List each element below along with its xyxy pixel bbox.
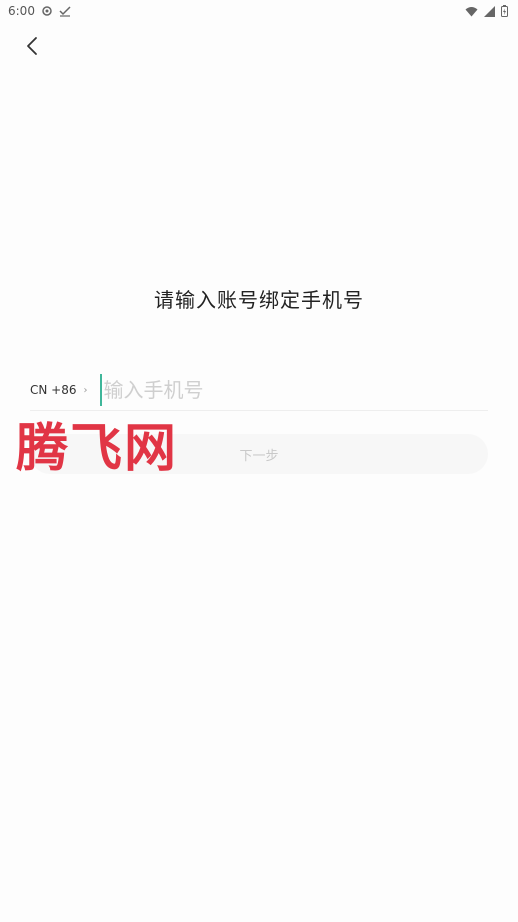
back-button[interactable] [16,32,48,64]
battery-icon [501,5,508,17]
signal-icon [484,5,495,17]
watermark-logo: 腾飞网 [16,418,179,479]
country-code-selector[interactable]: CN +86 › [30,383,88,397]
chevron-left-icon [25,36,39,60]
wifi-icon [465,6,478,17]
status-bar: 6:00 [0,0,518,22]
settings-icon [41,5,53,17]
check-icon [59,5,71,17]
page-title: 请输入账号绑定手机号 [154,288,364,312]
chevron-right-icon: › [83,384,88,396]
status-left: 6:00 [8,4,71,18]
status-time: 6:00 [8,4,35,18]
country-code-label: CN +86 [30,383,77,397]
phone-number-input[interactable] [99,374,424,406]
status-right [465,5,508,17]
phone-input-row: CN +86 › [30,370,488,411]
